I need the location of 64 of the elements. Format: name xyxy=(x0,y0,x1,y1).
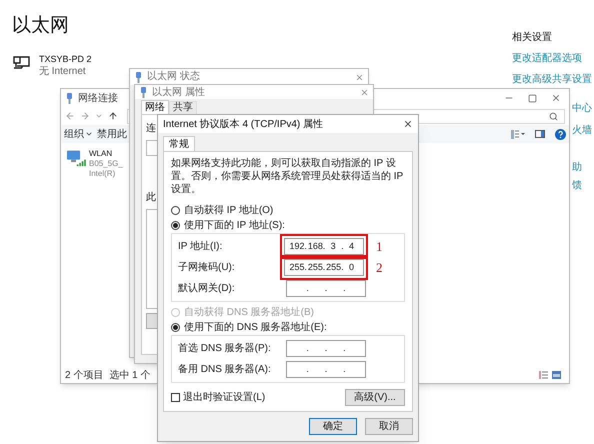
settings-link[interactable]: 助 xyxy=(572,160,582,175)
tab[interactable]: 网络 xyxy=(141,100,169,114)
dialog-title: Internet 协议版本 4 (TCP/IPv4) 属性 xyxy=(163,118,324,132)
checkbox-option[interactable]: 退出时验证设置(L) xyxy=(171,390,266,405)
radio-option[interactable]: 使用下面的 IP 地址(S): xyxy=(171,219,285,232)
description-text: 如果网络支持此功能，则可以获取自动指派的 IP 设置。否则，你需要从网络系统管理员处获得适当的 IP 设置。 xyxy=(171,157,404,196)
field-label: 备用 DNS 服务器(A): xyxy=(178,363,272,377)
close-icon[interactable] xyxy=(551,93,561,103)
preview-pane-icon[interactable] xyxy=(535,130,545,138)
window-title: 网络连接 xyxy=(78,92,118,106)
settings-link[interactable]: 更改适配器选项 xyxy=(512,51,592,66)
radio-option[interactable]: 使用下面的 DNS 服务器地址(E): xyxy=(171,321,327,334)
adapter-detail: Intel(R) xyxy=(89,169,116,179)
settings-link[interactable]: 火墙 xyxy=(572,123,592,138)
settings-link[interactable]: 中心 xyxy=(572,101,592,116)
ip-field[interactable]: . . . xyxy=(286,280,366,297)
settings-link[interactable]: 馈 xyxy=(572,178,582,193)
panel-text: 此 xyxy=(146,190,156,205)
help-icon[interactable] xyxy=(555,128,566,140)
dialog-button[interactable]: 确定 xyxy=(309,418,357,435)
toolbar-button[interactable]: 组织 xyxy=(64,126,93,142)
recent-icon[interactable] xyxy=(95,112,103,120)
close-icon[interactable] xyxy=(403,119,413,129)
field-label: 默认网关(D): xyxy=(178,282,236,296)
section-heading: 相关设置 xyxy=(512,30,553,45)
tab[interactable]: 共享 xyxy=(169,101,197,114)
maximize-icon[interactable] xyxy=(528,94,537,102)
status-text: 2 个项目 xyxy=(65,368,104,382)
search-icon xyxy=(549,112,558,120)
panel-text: 连 xyxy=(146,122,156,136)
ip-field[interactable]: . . . xyxy=(286,340,366,357)
adapter-detail: B05_5G_ xyxy=(89,159,123,169)
caret-icon xyxy=(85,130,93,138)
field-label: IP 地址(I): xyxy=(178,240,224,254)
back-icon[interactable] xyxy=(65,111,75,121)
tiles-view-icon[interactable] xyxy=(552,371,561,379)
status-text: 选中 1 个 xyxy=(109,368,150,382)
details-view-icon[interactable] xyxy=(539,371,548,379)
ip-field[interactable]: . . . xyxy=(286,361,366,378)
toolbar-button[interactable]: 禁用此 xyxy=(97,126,127,142)
annotation-number: 1 xyxy=(376,238,382,256)
advanced-button[interactable]: 高级(V)... xyxy=(345,389,405,406)
ip-field[interactable]: 192.168. 3 . 4 xyxy=(284,238,364,255)
adapter-name: TXSYB-PD 2 xyxy=(39,53,92,65)
tab[interactable]: 常规 xyxy=(163,136,195,151)
field-label: 首选 DNS 服务器(P): xyxy=(178,342,272,356)
radio-circle[interactable] xyxy=(171,323,180,332)
forward-icon[interactable] xyxy=(80,111,90,121)
up-icon[interactable] xyxy=(108,111,118,121)
radio-circle[interactable] xyxy=(171,221,180,230)
page-title: 以太网 xyxy=(12,14,69,38)
view-options-icon[interactable] xyxy=(511,130,525,138)
settings-link[interactable]: 更改高级共享设置 xyxy=(512,72,592,87)
field-label: 子网掩码(U): xyxy=(178,261,236,275)
ip-field[interactable]: 255.255.255. 0 xyxy=(284,259,364,276)
window-title: 以太网 状态 xyxy=(147,70,200,84)
annotation-number: 2 xyxy=(376,258,382,277)
ethernet-icon xyxy=(13,55,31,71)
wifi-adapter-icon xyxy=(66,149,86,167)
adapter-status: 无 Internet xyxy=(39,65,87,78)
adapter-name: WLAN xyxy=(89,149,114,159)
dialog-button[interactable]: 取消 xyxy=(365,418,413,435)
radio-option[interactable]: 自动获得 IP 地址(O) xyxy=(171,204,274,217)
window-title: 以太网 属性 xyxy=(152,86,205,100)
